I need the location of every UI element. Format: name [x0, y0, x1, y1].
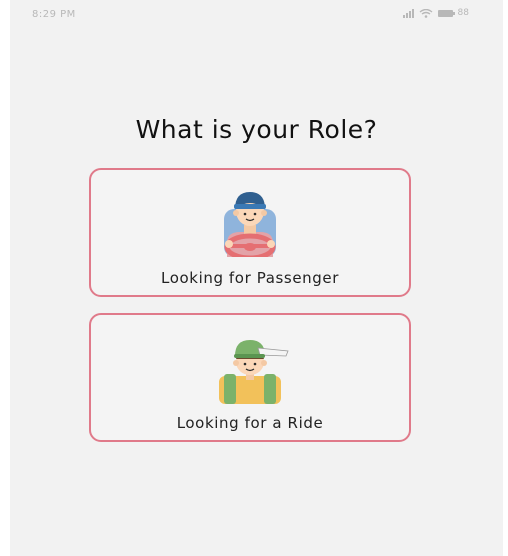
- battery-level: 88: [457, 8, 469, 18]
- role-label: Looking for a Ride: [176, 414, 324, 432]
- driver-icon: [224, 192, 276, 257]
- signal-icon: [402, 8, 414, 18]
- wifi-icon: [419, 8, 432, 18]
- page-title: What is your Role?: [135, 115, 378, 144]
- passenger-icon: [219, 340, 289, 404]
- status-icons: 88: [402, 8, 469, 18]
- role-card-passenger[interactable]: Looking for a Ride: [89, 313, 411, 442]
- status-time: 8:29 PM: [32, 9, 76, 20]
- app-screen: 8:29 PM 88 What is your Role? Looking fo…: [10, 0, 503, 556]
- role-label: Looking for Passenger: [161, 269, 339, 287]
- role-card-driver[interactable]: Looking for Passenger: [89, 168, 411, 297]
- status-bar: 8:29 PM 88: [10, 0, 503, 28]
- battery-icon: [437, 9, 455, 17]
